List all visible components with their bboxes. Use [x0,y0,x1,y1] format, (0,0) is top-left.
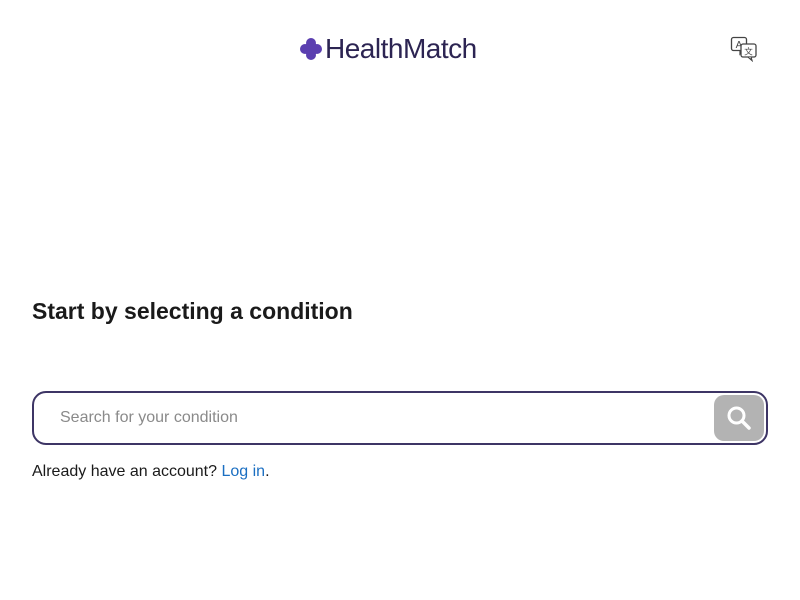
translate-icon: A 文 [730,36,757,63]
svg-text:文: 文 [744,47,753,58]
login-link[interactable]: Log in [221,463,265,480]
language-button[interactable]: A 文 [730,36,758,63]
account-prompt-text: Already have an account? [32,463,218,480]
plus-flower-icon [300,38,322,60]
page: HealthMatch A 文 Start by selecting a con… [0,0,800,600]
account-prompt-line: Already have an account? Log in. [32,461,768,483]
search-box [32,391,768,445]
main-content: Start by selecting a condition Already h… [32,296,768,483]
page-heading: Start by selecting a condition [32,298,353,324]
search-button[interactable] [714,395,764,441]
search-icon [727,406,751,430]
logo[interactable]: HealthMatch [300,30,477,68]
logo-text: HealthMatch [325,33,477,64]
condition-search-input[interactable] [60,393,700,443]
account-prompt-suffix: . [265,463,270,480]
header: HealthMatch A 文 [0,0,800,96]
